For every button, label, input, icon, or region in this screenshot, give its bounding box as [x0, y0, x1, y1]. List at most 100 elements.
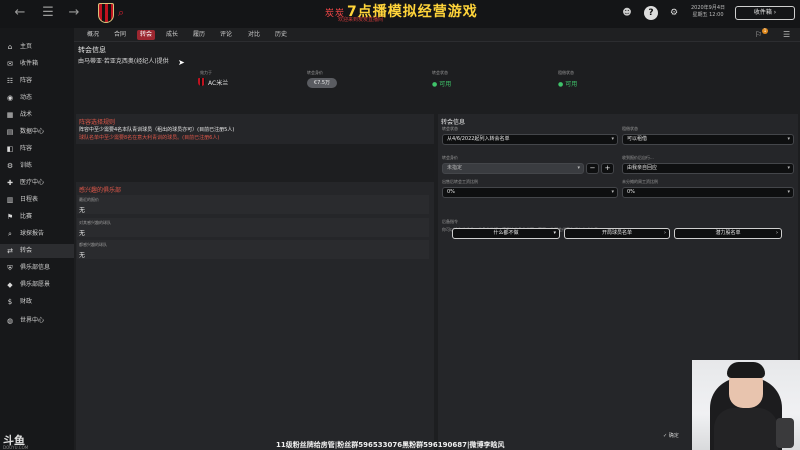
wage-split-select[interactable]: 0% ▾: [622, 187, 794, 198]
tab-reports[interactable]: 评论: [217, 30, 235, 40]
club-info-icon: ⛨: [7, 264, 13, 272]
chevron-down-icon: ▾: [787, 165, 790, 171]
help-icon[interactable]: ?: [644, 6, 658, 20]
transfer-status-select[interactable]: 从4/6/2022起列入转会名单 ▾: [442, 134, 618, 145]
sidebar-item-data-hub[interactable]: ▤ 数据中心: [0, 125, 74, 139]
stream-fans-banner: 11级粉丝牌给房管|粉丝群596533076黑粉群596190687|微博李晗风: [276, 441, 505, 449]
current-club-label: 效力于: [200, 70, 212, 75]
sidebar-item-label: 俱乐部愿景: [20, 281, 51, 288]
release-list-button[interactable]: 开局球员名单 ›: [564, 228, 670, 239]
potential-list-label: 潜力股名单: [715, 230, 741, 236]
date-line: 2020年9月4日: [690, 5, 726, 11]
globe-icon: ◍: [6, 317, 14, 325]
tab-development[interactable]: 成长: [163, 30, 181, 40]
globe-icon[interactable]: ☻: [620, 6, 634, 20]
sidebar-item-home[interactable]: ⌂ 主页: [0, 40, 74, 54]
sidebar-item-squad-planner[interactable]: ◧ 阵容: [0, 142, 74, 156]
sidebar-item-competitions[interactable]: ⚑ 比赛: [0, 210, 74, 224]
current-club[interactable]: AC米兰: [208, 78, 228, 87]
gear-icon[interactable]: ⚙: [667, 6, 681, 20]
asking-price-input[interactable]: 未指定 ▾: [442, 163, 584, 174]
sidebar-item-squad[interactable]: ☷ 阵容: [0, 74, 74, 88]
row-background: [77, 240, 429, 259]
menu-icon[interactable]: ☰: [40, 5, 56, 21]
sidebar-item-label: 日程表: [20, 196, 39, 203]
notification-icon[interactable]: ⚐ 1: [755, 28, 768, 40]
sidebar-item-club-vision[interactable]: ◆ 俱乐部愿景: [0, 278, 74, 292]
app-window: ← ☰ → ⌕ 炭炭 7点播模拟经营游戏 欢迎来到炭炭直播间 ☻ ? ⚙ 2020…: [0, 0, 800, 450]
club-badge-icon[interactable]: [98, 3, 114, 23]
more-menu-icon[interactable]: ☰: [783, 30, 790, 39]
confirm-button[interactable]: ✓ 确定: [663, 432, 679, 439]
sidebar: ⌂ 主页 ✉ 收件箱 ☷ 阵容 ◉ 动态 ▦ 战术 ▤ 数据中心 ◧ 阵容 ⚙ 训练 ✚ 医疗中心…: [0, 28, 74, 450]
value-label: 转会身价: [307, 70, 323, 75]
sidebar-item-label: 财政: [20, 298, 33, 305]
tab-contract[interactable]: 合同: [111, 30, 129, 40]
chevron-down-icon: ▾: [787, 189, 790, 195]
sidebar-item-transfers[interactable]: ⇄ 转会: [0, 244, 74, 258]
stream-subtitle: 欢迎来到炭炭直播间: [338, 17, 384, 23]
decrease-button[interactable]: −: [586, 163, 599, 174]
sidebar-item-training[interactable]: ⚙ 训练: [0, 159, 74, 173]
trophy-icon: ⚑: [6, 213, 14, 221]
back-arrow-icon[interactable]: ←: [12, 5, 28, 21]
latest-offer-label: 最近的报价: [79, 197, 99, 202]
sidebar-item-medical[interactable]: ✚ 医疗中心: [0, 176, 74, 190]
sidebar-item-schedule[interactable]: ▥ 日程表: [0, 193, 74, 207]
sidebar-item-label: 阵容: [20, 77, 33, 84]
sidebar-item-label: 世界中心: [20, 317, 45, 324]
row-background: [77, 218, 429, 237]
wage-split-selected: 0%: [627, 189, 635, 195]
squad-icon: ☷: [6, 77, 14, 85]
planner-icon: ◧: [6, 145, 14, 153]
sidebar-item-scouting[interactable]: ⌕ 球探报告: [0, 227, 74, 241]
sidebar-item-label: 数据中心: [20, 128, 45, 135]
sidebar-item-label: 动态: [20, 94, 33, 101]
fallback-label: 后备指令: [442, 219, 458, 224]
streamer-hair: [727, 362, 765, 378]
all-interested-label: 都感兴趣的球队: [79, 242, 107, 247]
top-bar: ← ☰ → ⌕ 炭炭 7点播模拟经营游戏 欢迎来到炭炭直播间 ☻ ? ⚙ 2020…: [0, 0, 800, 28]
tab-transfer[interactable]: 转会: [137, 30, 156, 40]
transfer-status-text: 可用: [439, 81, 452, 88]
forward-arrow-icon[interactable]: →: [66, 5, 82, 21]
sidebar-item-label: 阵容: [20, 145, 33, 152]
sell-on-selected: 0%: [447, 189, 455, 195]
sidebar-item-label: 转会: [20, 247, 33, 254]
time-line: 星期五 12:00: [692, 12, 724, 18]
offer-response-select[interactable]: 由我亲自回应 ▾: [622, 163, 794, 174]
loan-status-field-label: 租借状态: [622, 126, 638, 131]
tab-history[interactable]: 履历: [190, 30, 208, 40]
sidebar-item-inbox[interactable]: ✉ 收件箱: [0, 57, 74, 71]
transfer-status-value: ● 可用: [432, 79, 451, 88]
notification-badge: 1: [762, 28, 768, 34]
tab-overview[interactable]: 概况: [84, 30, 102, 40]
value-badge: €7.5万: [307, 78, 337, 88]
loan-status-text: 可用: [565, 81, 578, 88]
latest-offer-value: 无: [79, 207, 86, 214]
chevron-down-icon: ▾: [553, 230, 556, 236]
sell-on-select[interactable]: 0% ▾: [442, 187, 618, 198]
sidebar-item-club-info[interactable]: ⛨ 俱乐部信息: [0, 261, 74, 275]
potential-list-button[interactable]: 潜力股名单 ›: [674, 228, 782, 239]
do-nothing-button[interactable]: 什么都不做 ▾: [452, 228, 560, 239]
tab-career[interactable]: 历史: [272, 30, 290, 40]
tab-compare[interactable]: 对比: [245, 30, 263, 40]
squad-rule-line: 阵容中至少需要4名本队青训球员（租出的球员亦可）(目前已注册5人): [79, 127, 235, 133]
sidebar-item-world[interactable]: ◍ 世界中心: [0, 314, 74, 328]
row-background: [77, 195, 429, 214]
search-icon[interactable]: ⌕: [118, 6, 124, 20]
interested-clubs-value: 无: [79, 230, 86, 237]
transfer-status-field-label: 转会状态: [442, 126, 458, 131]
streamer-webcam: [692, 360, 800, 450]
loan-status-value: ● 可用: [558, 79, 577, 88]
sidebar-item-tactics[interactable]: ▦ 战术: [0, 108, 74, 122]
sidebar-item-finances[interactable]: $ 财政: [0, 295, 74, 309]
inbox-label: 收件箱: [753, 9, 772, 16]
loan-status-select[interactable]: 可以租借 ▾: [622, 134, 794, 145]
increase-button[interactable]: +: [601, 163, 614, 174]
sidebar-item-label: 收件箱: [20, 60, 39, 67]
chevron-down-icon: ▾: [611, 189, 614, 195]
sidebar-item-dynamics[interactable]: ◉ 动态: [0, 91, 74, 105]
inbox-button[interactable]: 收件箱 ›: [735, 6, 795, 20]
